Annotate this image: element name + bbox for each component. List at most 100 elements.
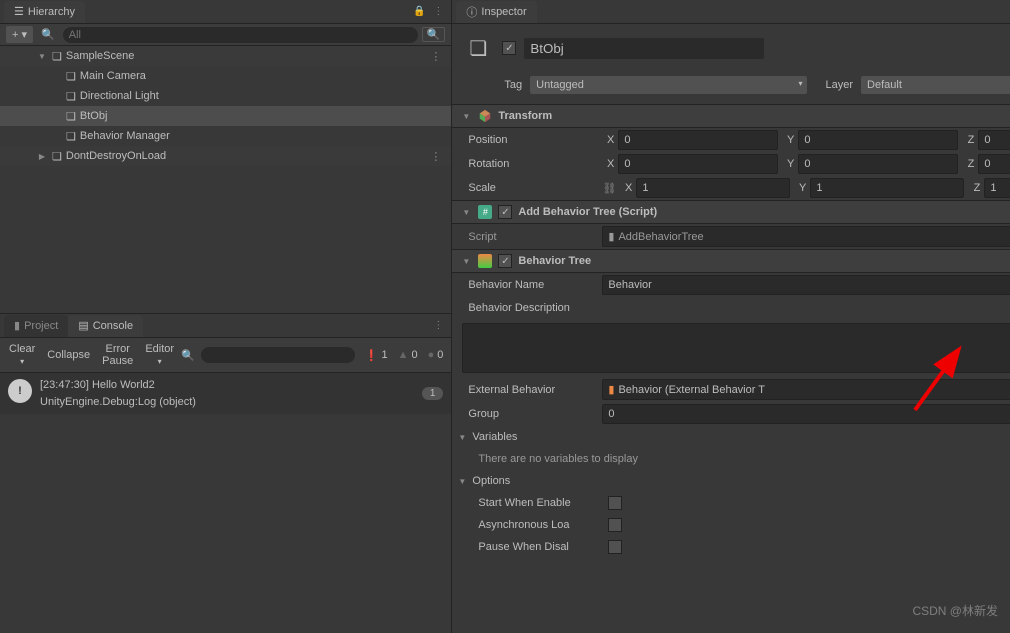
- foldout-icon: ▼: [456, 433, 468, 442]
- scl-x-input[interactable]: [636, 178, 790, 198]
- warn-toggle[interactable]: ▲ 0: [394, 349, 422, 361]
- active-checkbox[interactable]: [502, 41, 516, 55]
- foldout-icon[interactable]: ▼: [460, 257, 472, 266]
- scene-menu-icon[interactable]: ⋮: [430, 150, 447, 163]
- behaviortree-header[interactable]: ▼ Behavior Tree ? ⇄ ⋮: [452, 249, 1010, 273]
- behavior-name-input[interactable]: [602, 275, 1010, 295]
- script-file-icon: ▮: [608, 230, 614, 243]
- foldout-icon: ▼: [456, 477, 468, 486]
- gameobject-name: Directional Light: [80, 90, 159, 102]
- warn-icon: ▲: [398, 349, 409, 361]
- opt3-checkbox[interactable]: [608, 540, 622, 554]
- console-tab[interactable]: ▤ Console: [68, 315, 143, 337]
- foldout-icon[interactable]: ▼: [36, 52, 48, 61]
- behavior-desc-input[interactable]: [462, 323, 1010, 373]
- cube-icon: ❏: [66, 110, 76, 123]
- hierarchy-tree[interactable]: ▼ ❏ SampleScene ⋮ ❏ Main Camera ❏ Direct…: [0, 46, 451, 313]
- dontdestroy-label: DontDestroyOnLoad: [66, 150, 166, 162]
- scl-z-input[interactable]: [984, 178, 1010, 198]
- script-value: AddBehaviorTree: [618, 231, 703, 243]
- addbehavior-header[interactable]: ▼ # Add Behavior Tree (Script) ? ⇄ ⋮: [452, 200, 1010, 224]
- search-clear-icon[interactable]: 🔍: [422, 27, 446, 42]
- rotation-label: Rotation: [462, 158, 602, 170]
- behaviortree-title: Behavior Tree: [518, 255, 1010, 267]
- gameobject-name: Behavior Manager: [80, 130, 170, 142]
- transform-title: Transform: [498, 110, 1010, 122]
- behavior-icon: [478, 254, 492, 268]
- options-foldout[interactable]: ▼ Options: [452, 470, 1010, 492]
- console-body[interactable]: ! [23:47:30] Hello World2 UnityEngine.De…: [0, 373, 451, 633]
- unity-icon: ❏: [52, 50, 62, 63]
- foldout-icon[interactable]: ▼: [460, 208, 472, 217]
- tag-dropdown[interactable]: Untagged: [530, 76, 807, 94]
- gameobject-icon: ❏: [462, 32, 494, 64]
- z-label: Z: [962, 134, 974, 146]
- inspector-tab[interactable]: ⓘ Inspector: [456, 1, 536, 23]
- inspector-tab-label: Inspector: [481, 6, 526, 18]
- behavior-desc-label: Behavior Description: [462, 302, 602, 314]
- error-pause-button[interactable]: Error Pause: [97, 340, 138, 370]
- rot-x-input[interactable]: [618, 154, 778, 174]
- opt1-label: Start When Enable: [478, 497, 608, 509]
- gameobject-row[interactable]: ❏ Directional Light: [0, 86, 451, 106]
- group-input[interactable]: [602, 404, 1010, 424]
- create-button[interactable]: + ▾: [6, 26, 33, 43]
- options-label: Options: [472, 475, 510, 487]
- info-toggle[interactable]: ❗ 1: [361, 349, 392, 362]
- hierarchy-tab[interactable]: ☰ Hierarchy: [4, 1, 85, 23]
- tag-label: Tag: [504, 79, 522, 91]
- gameobject-row[interactable]: ❏ Behavior Manager: [0, 126, 451, 146]
- gameobject-row[interactable]: ❏ Main Camera: [0, 66, 451, 86]
- script-field: ▮ AddBehaviorTree ⊙: [602, 226, 1010, 247]
- rot-y-input[interactable]: [798, 154, 958, 174]
- scene-row[interactable]: ▼ ❏ SampleScene ⋮: [0, 46, 451, 66]
- object-name-field[interactable]: [524, 38, 764, 59]
- link-icon[interactable]: ⛓: [602, 182, 616, 195]
- editor-button[interactable]: Editor: [140, 340, 179, 370]
- external-behavior-field[interactable]: ▮ Behavior (External Behavior T ⊙: [602, 379, 1010, 400]
- behavior-asset-icon: ▮: [608, 383, 614, 396]
- gameobject-row-selected[interactable]: ❏ BtObj: [0, 106, 451, 126]
- console-line2: UnityEngine.Debug:Log (object): [40, 394, 414, 411]
- warn-count: 0: [411, 349, 417, 361]
- pos-z-input[interactable]: [978, 130, 1010, 150]
- info-count: 1: [381, 349, 387, 361]
- project-tab[interactable]: ▮ Project: [4, 315, 68, 337]
- unity-icon: ❏: [52, 150, 62, 163]
- group-label: Group: [462, 408, 602, 420]
- pos-y-input[interactable]: [798, 130, 958, 150]
- scene-menu-icon[interactable]: ⋮: [430, 50, 447, 63]
- opt2-checkbox[interactable]: [608, 518, 622, 532]
- dontdestroy-row[interactable]: ▶ ❏ DontDestroyOnLoad ⋮: [0, 146, 451, 166]
- menu-icon[interactable]: ⋮: [429, 6, 447, 17]
- console-search[interactable]: [201, 347, 355, 363]
- external-value: Behavior (External Behavior T: [618, 384, 765, 396]
- info-icon: ❗: [365, 349, 379, 362]
- error-toggle[interactable]: ● 0: [424, 349, 448, 361]
- clear-button[interactable]: Clear: [4, 340, 40, 370]
- pos-x-input[interactable]: [618, 130, 778, 150]
- console-entry[interactable]: ! [23:47:30] Hello World2 UnityEngine.De…: [0, 373, 451, 414]
- foldout-icon[interactable]: ▼: [460, 112, 472, 121]
- foldout-icon[interactable]: ▶: [36, 152, 48, 161]
- collapse-button[interactable]: Collapse: [42, 346, 95, 364]
- hierarchy-search[interactable]: [63, 27, 418, 43]
- opt1-checkbox[interactable]: [608, 496, 622, 510]
- menu-icon[interactable]: ⋮: [429, 320, 447, 331]
- variables-foldout[interactable]: ▼ Variables: [452, 426, 1010, 448]
- info-icon: ⓘ: [466, 4, 477, 20]
- folder-icon: ▮: [14, 319, 20, 332]
- rot-z-input[interactable]: [978, 154, 1010, 174]
- project-tab-label: Project: [24, 320, 58, 332]
- external-label: External Behavior: [462, 384, 602, 396]
- error-icon: ●: [428, 349, 435, 361]
- cube-icon: ❏: [66, 130, 76, 143]
- layer-dropdown[interactable]: Default: [861, 76, 1010, 94]
- enable-checkbox[interactable]: [498, 205, 512, 219]
- gameobject-name: Main Camera: [80, 70, 146, 82]
- enable-checkbox[interactable]: [498, 254, 512, 268]
- scl-y-input[interactable]: [810, 178, 964, 198]
- transform-header[interactable]: ▼ Transform ? ⇄ ⋮: [452, 104, 1010, 128]
- console-line1: [23:47:30] Hello World2: [40, 377, 414, 394]
- lock-icon[interactable]: 🔒: [409, 6, 429, 17]
